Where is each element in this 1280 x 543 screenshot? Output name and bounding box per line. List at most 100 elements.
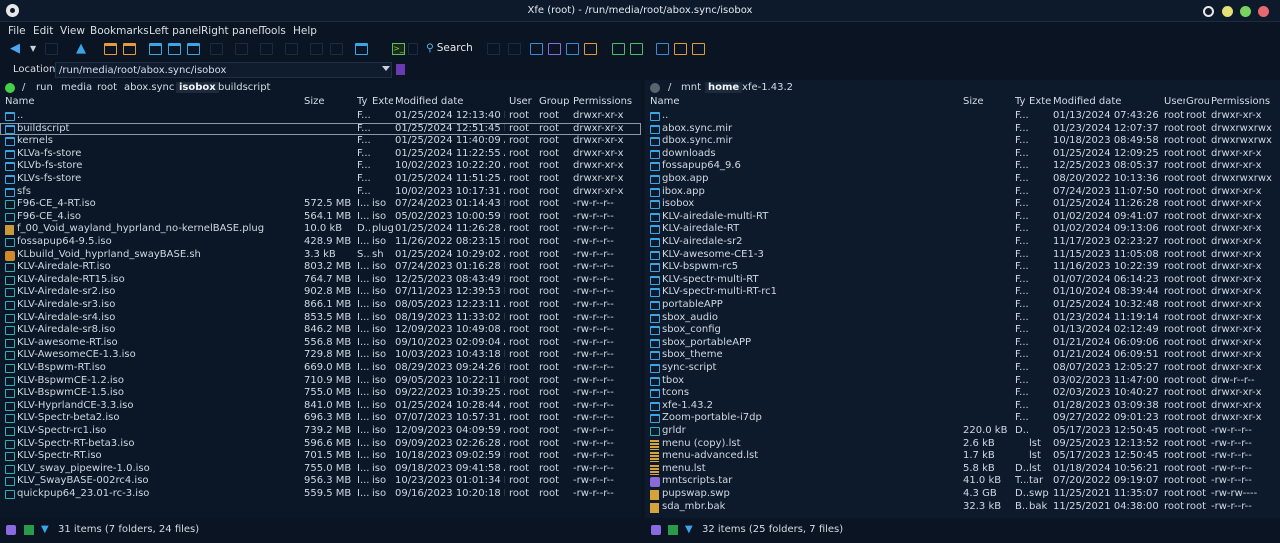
two-panels-icon[interactable] bbox=[566, 43, 579, 55]
view-option-icon[interactable] bbox=[487, 43, 500, 55]
one-panel-icon[interactable] bbox=[530, 43, 543, 55]
col-size[interactable]: Size bbox=[304, 96, 352, 107]
horizontal-panels-icon[interactable] bbox=[630, 43, 643, 55]
big-icons-icon[interactable] bbox=[656, 43, 669, 55]
home-icon[interactable] bbox=[6, 525, 16, 535]
location-dropdown-icon[interactable] bbox=[382, 66, 390, 71]
table-row[interactable]: isoboxF...01/25/2024 11:26:28 AMrootroot… bbox=[645, 198, 1280, 211]
table-row[interactable]: KLVa-fs-store F... 01/25/2024 11:22:55 AM r… bbox=[0, 148, 641, 161]
table-row[interactable]: gbox.appF...08/20/2022 10:13:36 AMrootro… bbox=[645, 173, 1280, 186]
table-row[interactable]: F96-CE_4-RT.iso 572.5 MB... I...iso 07/24/2… bbox=[0, 198, 641, 211]
table-row[interactable]: F96-CE_4.iso 564.1 MB... I...iso 05/02/2023… bbox=[0, 211, 641, 224]
table-row[interactable]: KLbuild_Void_hyprland_swayBASE.sh 3.3 kB S… bbox=[0, 249, 641, 262]
table-row[interactable]: sbox_configF...01/13/2024 02:12:49 PMroo… bbox=[645, 324, 1280, 337]
table-row[interactable]: kernels F... 01/25/2024 11:40:09 AM rootroo… bbox=[0, 135, 641, 148]
table-row[interactable]: KLVb-fs-store F... 10/02/2023 10:22:20 AM r… bbox=[0, 160, 641, 173]
table-row[interactable]: grldr220.0 kBD...05/17/2023 12:50:45 AMr… bbox=[645, 425, 1280, 438]
table-row[interactable]: KLV-Airedale-sr4.iso 853.5 MB... I...iso 08… bbox=[0, 312, 641, 325]
crumb[interactable]: mnt bbox=[678, 82, 704, 93]
table-row[interactable]: KLV-awesome-RT.iso 556.8 MB... I...iso 09/1… bbox=[0, 337, 641, 350]
col-name[interactable]: Name bbox=[650, 96, 950, 107]
show-hidden-icon[interactable] bbox=[24, 525, 34, 535]
table-row[interactable]: menu.lst 5.8 kB D...lst 01/18/2024 10:56:21… bbox=[645, 463, 1280, 476]
table-row[interactable]: KLV-Airedale-sr3.iso 866.1 MB... I...iso 08… bbox=[0, 299, 641, 312]
paste-icon[interactable] bbox=[260, 43, 273, 55]
table-row[interactable]: KLV-airedale-sr2 F... 11/17/2023 02:23:27 … bbox=[645, 236, 1280, 249]
refresh-folder-icon[interactable] bbox=[104, 43, 117, 55]
new-file-icon[interactable] bbox=[123, 43, 136, 55]
location-input[interactable]: /run/media/root/abox.sync/isobox bbox=[55, 62, 392, 78]
menu-file[interactable]: File bbox=[8, 25, 26, 37]
table-row[interactable]: portableAPPF...01/25/2024 10:32:48 AMroo… bbox=[645, 299, 1280, 312]
table-row[interactable]: fossapup64-9.5.iso 428.9 MB... I...iso 11/2… bbox=[0, 236, 641, 249]
table-row[interactable]: sfs F... 10/02/2023 10:17:31 AM root root drw… bbox=[0, 186, 641, 199]
table-row[interactable]: KLV-Airedale-RT.iso 803.2 MB... I...iso 07/… bbox=[0, 261, 641, 274]
table-row[interactable]: menu (copy).lst 2.6 kB lst 09/25/2023 12:13… bbox=[645, 438, 1280, 451]
col-ext[interactable]: Exte bbox=[372, 96, 393, 107]
home-icon[interactable] bbox=[651, 525, 661, 535]
table-row[interactable]: KLV_SwayBASE-002rc4.iso 956.3 MB... I...is… bbox=[0, 475, 641, 488]
table-row[interactable]: KLV-Airedale-sr8.iso 846.2 MB... I...iso 12… bbox=[0, 324, 641, 337]
table-row[interactable]: KLV-Spectr-RT-beta3.iso 596.6 MB... I...is… bbox=[0, 438, 641, 451]
open-folder-icon[interactable] bbox=[168, 43, 181, 55]
delete-icon[interactable] bbox=[330, 43, 343, 55]
table-row[interactable]: KLV_sway_pipewire-1.0.iso 755.0 MB... I...… bbox=[0, 463, 641, 476]
vertical-panels-icon[interactable] bbox=[612, 43, 625, 55]
table-row[interactable]: KLV-awesome-CE1-3 F... 11/15/2023 11:05:08… bbox=[645, 249, 1280, 262]
filter-icon[interactable]: ▼ bbox=[41, 525, 51, 535]
maximize-button[interactable] bbox=[1240, 6, 1251, 17]
table-row[interactable]: KLV-spectr-multi-RT F... 01/07/2024 06:14:… bbox=[645, 274, 1280, 287]
col-size[interactable]: Size bbox=[963, 96, 1011, 107]
back-arrow-icon[interactable]: ◀ bbox=[10, 41, 26, 56]
table-row[interactable]: xfe-1.43.2F...01/28/2023 03:09:38 PMroot… bbox=[645, 400, 1280, 413]
table-row[interactable]: KLV-HyprlandCE-3.3.iso 841.0 MB... I...iso… bbox=[0, 400, 641, 413]
menu-right-panel[interactable]: Right panel bbox=[201, 25, 261, 37]
forward-arrow-icon[interactable] bbox=[45, 43, 58, 55]
terminal-icon[interactable]: >_ bbox=[392, 43, 405, 55]
tree-panel-icon[interactable] bbox=[548, 43, 561, 55]
table-row[interactable]: KLV-Bspwm-RT.iso 669.0 MB... I...iso 08/29/… bbox=[0, 362, 641, 375]
back-history-dropdown-icon[interactable]: ▼ bbox=[30, 41, 46, 53]
filter-icon[interactable]: ▼ bbox=[685, 525, 695, 535]
table-row[interactable]: KLV-Spectr-beta2.iso 696.3 MB... I...iso 07… bbox=[0, 412, 641, 425]
table-row[interactable]: KLV-spectr-multi-RT-rc1 F... 01/10/2024 08… bbox=[645, 286, 1280, 299]
table-row[interactable]: KLV-airedale-multi-RT F... 01/02/2024 09:4… bbox=[645, 211, 1280, 224]
tree-two-panels-icon[interactable] bbox=[584, 43, 597, 55]
trash-icon[interactable] bbox=[310, 43, 323, 55]
col-date[interactable]: Modified date bbox=[395, 96, 505, 107]
table-row[interactable]: sbox_audioF...01/23/2024 11:19:14 AMroot… bbox=[645, 312, 1280, 325]
table-row[interactable]: sync-scriptF...08/07/2023 12:05:27 PMroo… bbox=[645, 362, 1280, 375]
new-folder-icon[interactable] bbox=[149, 43, 162, 55]
col-type[interactable]: Ty bbox=[357, 96, 371, 107]
location-go-icon[interactable] bbox=[396, 64, 405, 75]
table-row[interactable]: abox.sync.mirF...01/23/2024 12:07:37 AMr… bbox=[645, 123, 1280, 136]
table-row[interactable]: buildscript F... 01/25/2024 12:51:45 PM roo… bbox=[0, 122, 641, 136]
table-row[interactable]: sbox_portableAPP F... 01/21/2024 06:09:06 … bbox=[645, 337, 1280, 350]
menu-left-panel[interactable]: Left panel bbox=[149, 25, 201, 37]
close-button[interactable] bbox=[1258, 6, 1269, 17]
menu-bookmarks[interactable]: Bookmarks bbox=[90, 25, 149, 37]
crumb[interactable]: / bbox=[19, 82, 28, 93]
folder-icon[interactable] bbox=[187, 43, 200, 55]
small-icons-icon[interactable] bbox=[674, 43, 687, 55]
table-row[interactable]: KLV-bspwm-rc5F...11/16/2023 10:22:39 AMr… bbox=[645, 261, 1280, 274]
table-row[interactable]: quickpup64_23.01-rc-3.iso 559.5 MB... I...… bbox=[0, 488, 641, 501]
table-row[interactable]: dbox.sync.mirF...10/18/2023 08:49:58 AMr… bbox=[645, 135, 1280, 148]
table-row[interactable]: KLV-Spectr-RT.iso 701.5 MB... I...iso 10/18… bbox=[0, 450, 641, 463]
terminal-option-icon[interactable] bbox=[408, 43, 418, 55]
crumb-active[interactable]: home bbox=[705, 82, 743, 93]
new-window-icon[interactable] bbox=[355, 43, 368, 55]
col-group[interactable]: Grou bbox=[1186, 96, 1209, 107]
crumb-active[interactable]: isobox bbox=[176, 82, 219, 93]
table-row[interactable]: downloadsF...01/25/2024 12:09:25 PMrootr… bbox=[645, 148, 1280, 161]
table-row[interactable]: KLV-BspwmCE-1.2.iso 710.9 MB... I...iso 09/… bbox=[0, 375, 641, 388]
table-row[interactable]: f_00_Void_wayland_hyprland_no-kernelBASE… bbox=[0, 223, 641, 236]
table-row[interactable]: sbox_themeF...01/21/2024 06:09:51 PMroot… bbox=[645, 349, 1280, 362]
col-group[interactable]: Group bbox=[539, 96, 571, 107]
table-row[interactable]: .. F... 01/25/2024 12:13:40 PM root root drwx… bbox=[0, 110, 641, 123]
rename-icon[interactable] bbox=[285, 43, 298, 55]
crumb[interactable]: / bbox=[665, 82, 674, 93]
detailed-list-icon[interactable] bbox=[692, 43, 705, 55]
home-up-icon[interactable]: ▲ bbox=[76, 41, 89, 56]
pin-window-button[interactable] bbox=[1203, 6, 1214, 17]
